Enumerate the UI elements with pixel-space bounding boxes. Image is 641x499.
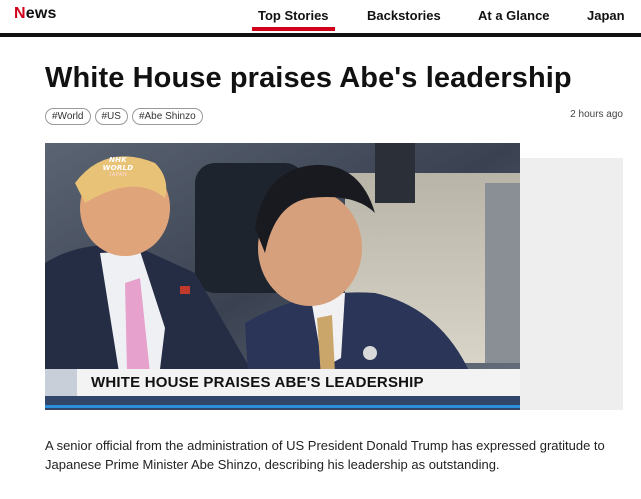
tag-abe-shinzo[interactable]: #Abe Shinzo <box>131 108 203 125</box>
article-summary: A senior official from the administratio… <box>45 438 605 472</box>
channel-logo-sub: JAPAN <box>108 172 128 178</box>
nav-item-at-a-glance[interactable]: At a Glance <box>478 8 550 23</box>
caption-accent <box>45 369 77 396</box>
channel-logo: NHK WORLD JAPAN <box>93 156 143 178</box>
header-divider <box>0 33 641 37</box>
video-bottom-strip <box>45 396 520 410</box>
article-timestamp: 2 hours ago <box>570 109 623 120</box>
top-bar: News Top Stories Backstories At a Glance… <box>0 0 641 33</box>
side-panel <box>518 158 623 410</box>
video-caption: WHITE HOUSE PRAISES ABE'S LEADERSHIP <box>91 374 424 391</box>
tag-world[interactable]: #World <box>45 108 91 125</box>
tag-us[interactable]: #US <box>94 108 128 125</box>
video-progress-line <box>45 405 520 408</box>
nav-item-japan[interactable]: Japan <box>587 8 625 23</box>
tag-list: #World #US #Abe Shinzo <box>45 108 203 125</box>
nav-item-backstories[interactable]: Backstories <box>367 8 441 23</box>
main-nav: Top Stories Backstories At a Glance Japa… <box>0 8 641 32</box>
nav-item-top-stories[interactable]: Top Stories <box>252 8 335 31</box>
video-caption-bar: WHITE HOUSE PRAISES ABE'S LEADERSHIP <box>45 369 520 396</box>
article-headline: White House praises Abe's leadership <box>45 62 572 94</box>
channel-logo-text: NHK WORLD <box>102 156 134 172</box>
